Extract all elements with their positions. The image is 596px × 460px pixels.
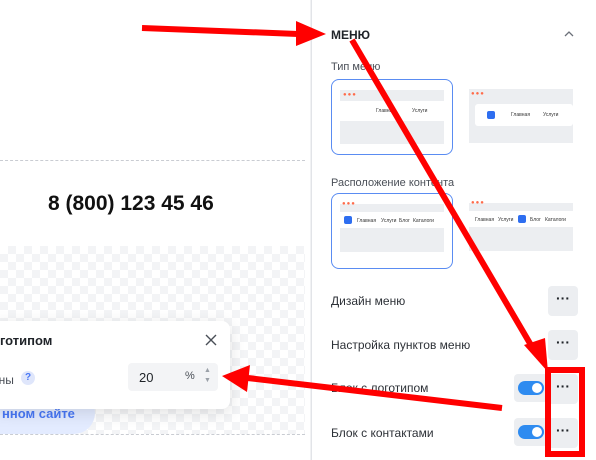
- logo-square-icon: [344, 216, 352, 224]
- logo-block-more-button[interactable]: ···: [548, 374, 578, 404]
- menu-type-label: Тип меню: [331, 61, 381, 73]
- menu-items-settings-label: Настройка пунктов меню: [331, 338, 471, 352]
- logo-block-label: Блок с логотипом: [331, 381, 429, 395]
- contacts-block-label: Блок с контактами: [331, 426, 434, 440]
- divider: [0, 160, 305, 161]
- thumb-label: Главная: [511, 112, 531, 118]
- menu-type-option-1[interactable]: ●●● Главная Услуги: [331, 79, 453, 155]
- window-dots-icon: ●●●: [343, 92, 357, 98]
- thumb-label: Блог: [399, 218, 410, 224]
- logo-block-toggle[interactable]: [518, 381, 544, 395]
- thumb-label: Услуги: [498, 217, 514, 223]
- thumb-label: Каталоги: [413, 218, 434, 224]
- menu-items-more-button[interactable]: ···: [548, 330, 578, 360]
- percent-value: 20: [139, 370, 154, 385]
- thumb-label: Блог: [530, 217, 541, 223]
- window-dots-icon: ●●●: [342, 201, 356, 207]
- settings-panel: МЕНЮ Тип меню ●●● Главная Услуги ●●● Гла…: [311, 0, 596, 460]
- panel-title: МЕНЮ: [331, 28, 371, 42]
- contacts-block-more-button[interactable]: ···: [548, 418, 578, 448]
- help-icon[interactable]: ?: [21, 371, 35, 385]
- logo-square-icon: [518, 215, 526, 223]
- stepper-icon[interactable]: ▲ ▼: [204, 366, 213, 386]
- thumb-label: Услуги: [543, 112, 559, 118]
- chevron-up-icon[interactable]: [562, 27, 576, 41]
- thumb-label: Главная: [475, 217, 495, 223]
- close-icon[interactable]: [202, 331, 220, 349]
- logo-square-icon: [487, 111, 495, 119]
- phone-number[interactable]: 8 (800) 123 45 46: [48, 192, 238, 216]
- content-position-label: Расположение контента: [331, 177, 455, 189]
- thumb-label: Услуги: [412, 108, 428, 114]
- thumb-label: Главная: [357, 218, 377, 224]
- content-position-option-1[interactable]: ●●● Главная Услуги Блог Каталоги: [331, 193, 453, 269]
- menu-type-option-2[interactable]: ●●● Главная Услуги: [469, 79, 573, 155]
- logo-block-popup: оготипом оны ? 20 % ▲▼: [0, 321, 230, 409]
- thumb-label: Главная: [376, 108, 396, 114]
- percent-input[interactable]: 20 % ▲ ▼: [128, 363, 218, 391]
- content-position-option-2[interactable]: ●●● Главная Услуги Блог Каталоги: [469, 193, 573, 269]
- field-label: оны: [0, 373, 14, 387]
- divider: [0, 434, 305, 435]
- window-dots-icon: ●●●: [471, 200, 485, 206]
- thumb-label: Услуги: [381, 218, 397, 224]
- contacts-block-toggle[interactable]: [518, 425, 544, 439]
- menu-design-more-button[interactable]: ···: [548, 286, 578, 316]
- popup-title: оготипом: [0, 333, 53, 348]
- thumb-label: Каталоги: [545, 217, 566, 223]
- percent-unit: %: [185, 370, 195, 382]
- window-dots-icon: ●●●: [471, 91, 485, 97]
- menu-design-label: Дизайн меню: [331, 294, 406, 308]
